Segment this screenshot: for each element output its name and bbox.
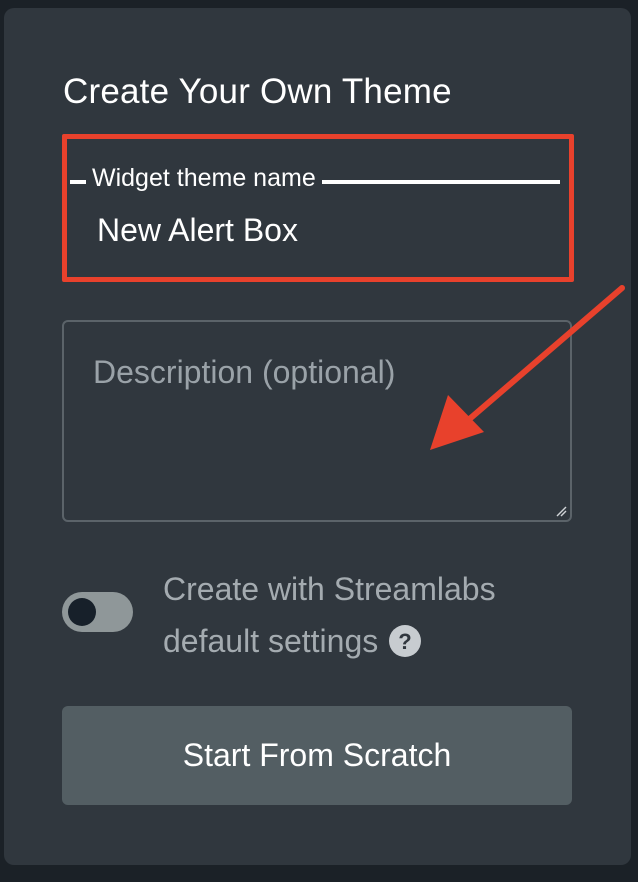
annotation-highlight-box: [62, 134, 574, 282]
defaults-toggle[interactable]: [62, 592, 133, 632]
panel-title: Create Your Own Theme: [63, 72, 452, 111]
resize-grip-icon[interactable]: [555, 505, 567, 517]
annotation-arrow-icon: [430, 285, 625, 450]
theme-name-field[interactable]: Widget theme name New Alert Box: [62, 134, 574, 282]
toggle-label-line-2: default settings: [163, 623, 379, 659]
description-placeholder: Description (optional): [93, 354, 396, 390]
start-from-scratch-button[interactable]: Start From Scratch: [62, 706, 572, 805]
svg-text:?: ?: [399, 629, 412, 654]
defaults-toggle-label: Create with Streamlabs default settings …: [163, 563, 496, 667]
toggle-label-line-1: Create with Streamlabs: [163, 571, 496, 607]
toggle-knob: [68, 598, 96, 626]
question-circle-icon[interactable]: ?: [388, 624, 422, 658]
